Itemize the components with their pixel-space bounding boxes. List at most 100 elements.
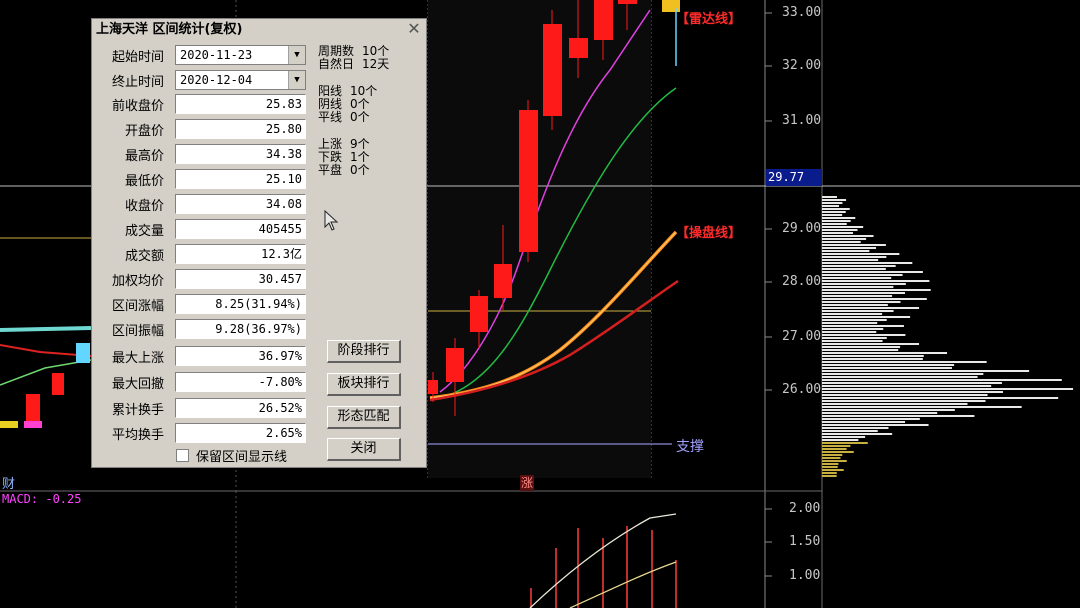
left-ma-green	[0, 359, 92, 386]
stat-flat-candles: 平线 0个	[318, 110, 370, 124]
volume-profile-bar	[822, 373, 984, 375]
row-label-amount: 成交额	[124, 249, 164, 264]
volume-profile-bar	[822, 319, 887, 321]
volume-profile-bar	[822, 244, 886, 246]
volume-profile-bar	[822, 409, 955, 411]
row-label-amplitude: 区间振幅	[111, 324, 164, 339]
volume-profile-bar	[822, 310, 894, 312]
volume-profile-bar	[822, 406, 1022, 408]
change-field: 8.25(31.94%)	[175, 294, 306, 314]
volume-profile-bar	[822, 340, 883, 342]
volume-profile-bar	[822, 283, 906, 285]
price-tick: 28.00	[782, 274, 822, 289]
price-axis-ticks	[765, 12, 772, 391]
volume-profile-bar	[822, 262, 913, 264]
volume-profile-bar	[822, 232, 853, 234]
volume-profile-bar	[822, 385, 992, 387]
volume-profile-bar	[822, 337, 887, 339]
volume-profile-bar	[822, 322, 878, 324]
volume-profile-bar	[822, 247, 877, 249]
volume-profile-bar	[822, 265, 896, 267]
pattern-match-button[interactable]: 形态匹配	[327, 406, 401, 429]
volume-profile-bar	[822, 331, 877, 333]
volume-profile-bar	[822, 415, 975, 417]
volume-profile-bar	[822, 220, 851, 222]
chevron-down-icon[interactable]: ▼	[288, 46, 305, 64]
volume-profile-bar	[822, 301, 901, 303]
interval-shade	[428, 0, 651, 478]
finance-marker[interactable]: 财	[2, 473, 15, 492]
volume-profile-bar	[822, 370, 1030, 372]
end-time-label: 终止时间	[111, 75, 164, 90]
price-tick: 29.00	[782, 221, 822, 236]
close-button[interactable]: 关闭	[327, 438, 401, 461]
volume-profile-bar	[822, 349, 899, 351]
row-label-close: 收盘价	[124, 199, 164, 214]
volume-profile-bar	[822, 295, 893, 297]
volume-profile-bar	[822, 328, 884, 330]
left-marker-yellow	[0, 421, 18, 428]
volume-profile-bar	[822, 277, 892, 279]
price-tick: 27.00	[782, 329, 822, 344]
end-date-picker[interactable]: 2020-12-04 ▼	[175, 70, 306, 90]
volume-profile-bar	[822, 217, 856, 219]
volume-profile-bar	[822, 424, 929, 426]
interval-stats-dialog: 上海天洋 区间统计(复权) ✕ 起始时间 2020-11-23 ▼ 终止时间 2…	[91, 18, 427, 468]
limit-up-marker[interactable]: 涨	[520, 475, 534, 491]
sector-rank-button[interactable]: 板块排行	[327, 373, 401, 396]
row-label-high: 最高价	[124, 149, 164, 164]
price-tick: 26.00	[782, 382, 822, 397]
volume-profile-bar	[822, 358, 923, 360]
volume-profile-bar	[822, 229, 858, 231]
support-label: 支撑	[676, 439, 704, 455]
volume-profile-bar	[822, 292, 906, 294]
volume-profile-bar	[822, 445, 851, 447]
row-label-avg-turnover: 平均换手	[111, 428, 164, 443]
row-label-max-drawdown: 最大回撤	[111, 377, 164, 392]
volume-profile-bar	[822, 274, 903, 276]
volume-profile-bar	[822, 439, 859, 441]
radar-line-label: 【雷达线】	[676, 12, 742, 27]
volume-profile-bar	[822, 304, 888, 306]
high-field: 34.38	[175, 144, 306, 164]
keep-interval-checkbox[interactable]	[176, 449, 189, 462]
volume-profile-bar	[822, 382, 1002, 384]
row-label-max-rise: 最大上涨	[111, 351, 164, 366]
volume-profile-bar	[822, 256, 887, 258]
volume-field: 405455	[175, 219, 306, 239]
volume-profile-bar	[822, 379, 1062, 381]
row-label-vwap: 加权均价	[111, 274, 164, 289]
current-price-badge: 29.77	[766, 169, 822, 186]
volume-profile-bar	[822, 475, 837, 477]
price-tick: 32.00	[782, 58, 822, 73]
mouse-cursor-icon	[324, 210, 339, 231]
macd-histogram	[530, 526, 677, 608]
volume-profile-bar	[822, 235, 874, 237]
amount-field: 12.3亿	[175, 244, 306, 264]
volume-profile-bar	[822, 334, 906, 336]
row-label-change: 区间涨幅	[111, 299, 164, 314]
avg-turnover-field: 2.65%	[175, 423, 306, 443]
close-icon[interactable]: ✕	[406, 21, 422, 37]
volume-profile-bar	[822, 223, 847, 225]
end-date-value: 2020-12-04	[180, 73, 253, 87]
volume-profile-bar	[822, 352, 948, 354]
start-date-picker[interactable]: 2020-11-23 ▼	[175, 45, 306, 65]
chevron-down-icon[interactable]: ▼	[288, 71, 305, 89]
dialog-title[interactable]: 上海天洋 区间统计(复权)	[92, 19, 426, 41]
price-tick: 33.00	[782, 5, 822, 20]
volume-profile-bar	[822, 259, 879, 261]
volume-profile-bar	[822, 451, 854, 453]
volume-profile-bar	[822, 463, 839, 465]
volume-profile-bar	[822, 307, 920, 309]
volume-profile-bar	[822, 214, 843, 216]
stat-up-candles: 阳线 10个	[318, 84, 378, 98]
volume-profile-bar	[822, 226, 864, 228]
stat-rising: 上涨 9个	[318, 137, 370, 151]
row-label-cum-turnover: 累计换手	[111, 403, 164, 418]
volume-profile-bar	[822, 211, 846, 213]
volume-profile-bar	[822, 418, 920, 420]
left-ma-cyan	[0, 326, 92, 332]
volume-profile-bar	[822, 403, 968, 405]
stage-rank-button[interactable]: 阶段排行	[327, 340, 401, 363]
